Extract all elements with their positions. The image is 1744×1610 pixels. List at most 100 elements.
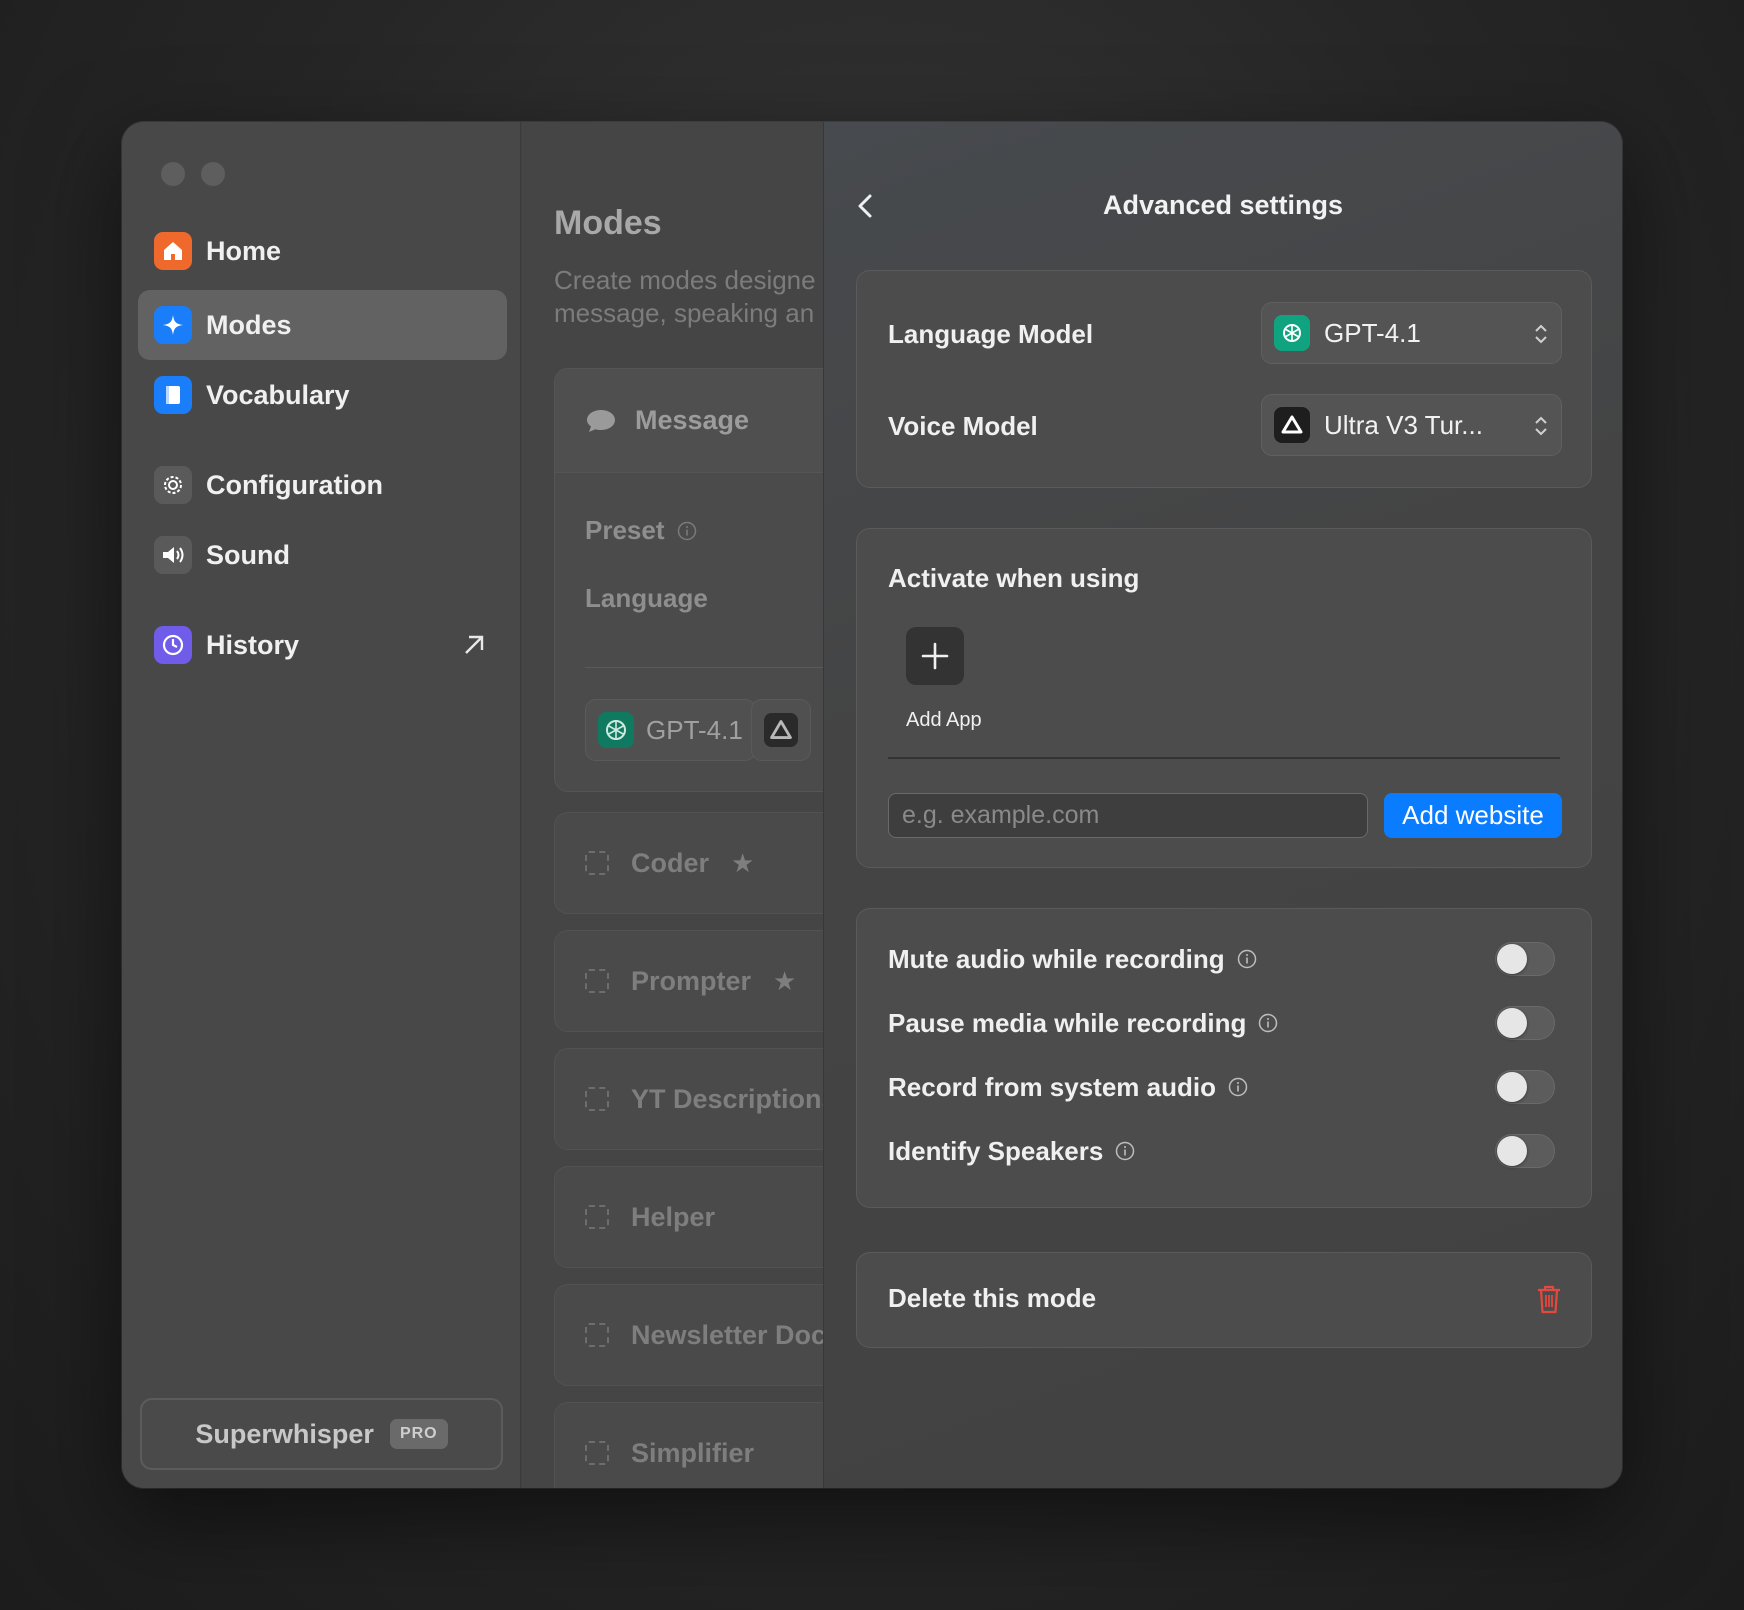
toggle-knob: [1497, 1072, 1527, 1102]
mode-card[interactable]: Coder ★: [554, 812, 823, 914]
history-icon: [154, 626, 192, 664]
mode-name: Coder: [631, 847, 710, 878]
sidebar-item-label: Sound: [206, 539, 290, 570]
star-icon: ★: [731, 847, 755, 878]
ultra-logo-icon: [764, 713, 798, 747]
trash-icon[interactable]: [1535, 1283, 1563, 1315]
activate-card: Activate when using Add App Add website: [856, 528, 1592, 868]
pro-badge: PRO: [389, 1419, 448, 1449]
sidebar-item-home[interactable]: Home: [138, 216, 507, 286]
sidebar-item-label: Home: [206, 235, 282, 266]
minimize-window-button[interactable]: [201, 162, 225, 186]
external-arrow-icon: [465, 635, 484, 654]
add-app-button[interactable]: [906, 627, 964, 685]
sidebar: Home Modes Vocabulary Configuration Soun: [122, 122, 521, 1488]
toggle-knob: [1497, 1008, 1527, 1038]
sidebar-item-modes[interactable]: Modes: [138, 290, 507, 360]
openai-logo-icon: [1274, 315, 1310, 351]
sidebar-item-label: Modes: [206, 309, 292, 340]
language-model-label: Language Model: [888, 319, 1094, 349]
sidebar-item-history[interactable]: History: [138, 610, 507, 680]
app-window: Home Modes Vocabulary Configuration Soun: [122, 122, 1622, 1488]
page-description: Create modes designe message, speaking a…: [554, 264, 816, 330]
toggle-label: Mute audio while recording: [888, 943, 1225, 974]
description-line: Create modes designe: [554, 265, 816, 295]
mode-card-title: Message: [635, 405, 750, 435]
pause-media-toggle[interactable]: [1495, 1006, 1555, 1040]
models-card: Language Model GPT-4.1 Voice Model Ultra…: [856, 270, 1592, 488]
sidebar-item-vocabulary[interactable]: Vocabulary: [138, 360, 507, 430]
toggle-knob: [1497, 944, 1527, 974]
chevron-updown-icon: [1535, 416, 1547, 436]
info-icon[interactable]: [1258, 1013, 1278, 1033]
openai-logo-icon: [598, 712, 634, 748]
divider: [888, 757, 1560, 759]
language-model-value: GPT-4.1: [1324, 317, 1421, 348]
window-controls: [161, 162, 225, 186]
identify-speakers-toggle[interactable]: [1495, 1134, 1555, 1168]
modes-list-pane: Modes Create modes designe message, spea…: [522, 122, 823, 1488]
sidebar-item-label: History: [206, 629, 300, 660]
toggle-row-pause-media: Pause media while recording: [888, 1003, 1555, 1043]
language-model-select[interactable]: GPT-4.1: [1261, 302, 1562, 364]
mute-audio-toggle[interactable]: [1495, 942, 1555, 976]
mode-card[interactable]: YT Descriptions: [554, 1048, 823, 1150]
activate-title: Activate when using: [888, 563, 1140, 593]
sidebar-item-label: Vocabulary: [206, 379, 350, 410]
mode-name: Helper: [631, 1201, 716, 1232]
info-icon[interactable]: [1115, 1141, 1135, 1161]
mode-icon-placeholder: [585, 969, 609, 993]
toggle-label: Record from system audio: [888, 1071, 1216, 1102]
mode-card[interactable]: Simplifier: [554, 1402, 823, 1488]
speaker-icon: [154, 536, 192, 574]
subscription-box[interactable]: Superwhisper PRO: [140, 1398, 503, 1470]
house-icon: [154, 232, 192, 270]
preset-label: Preset: [585, 515, 665, 545]
model-chip-gpt: GPT-4.1: [585, 699, 756, 761]
language-row: Language: [585, 583, 708, 614]
model-chip-voice: [751, 699, 811, 761]
gear-icon: [154, 466, 192, 504]
mode-card[interactable]: Prompter ★: [554, 930, 823, 1032]
toggle-row-mute-audio: Mute audio while recording: [888, 939, 1555, 979]
mode-card[interactable]: Newsletter Doc: [554, 1284, 823, 1386]
sidebar-item-sound[interactable]: Sound: [138, 520, 507, 590]
divider: [585, 667, 823, 668]
toggle-knob: [1497, 1136, 1527, 1166]
toggle-row-identify-speakers: Identify Speakers: [888, 1131, 1555, 1171]
info-icon[interactable]: [1228, 1077, 1248, 1097]
info-icon[interactable]: [1237, 949, 1257, 969]
sidebar-item-configuration[interactable]: Configuration: [138, 450, 507, 520]
mode-icon-placeholder: [585, 1323, 609, 1347]
mode-icon-placeholder: [585, 1205, 609, 1229]
close-window-button[interactable]: [161, 162, 185, 186]
delete-mode-card[interactable]: Delete this mode: [856, 1252, 1592, 1348]
panel-title: Advanced settings: [1102, 190, 1344, 220]
mode-card[interactable]: Helper: [554, 1166, 823, 1268]
recording-options-card: Mute audio while recording Pause media w…: [856, 908, 1592, 1208]
mode-name: YT Descriptions: [631, 1083, 823, 1114]
mode-icon-placeholder: [585, 851, 609, 875]
voice-model-value: Ultra V3 Tur...: [1324, 409, 1483, 440]
chevron-updown-icon: [1535, 324, 1547, 344]
sparkle-icon: [154, 306, 192, 344]
app-name: Superwhisper: [195, 1418, 374, 1449]
mode-card-header: Message: [555, 369, 823, 473]
description-line: message, speaking an: [554, 298, 815, 328]
toggle-label: Identify Speakers: [888, 1135, 1104, 1166]
add-website-button[interactable]: Add website: [1384, 793, 1562, 838]
model-chip-label: GPT-4.1: [646, 714, 743, 745]
ultra-logo-icon: [1274, 407, 1310, 443]
system-audio-toggle[interactable]: [1495, 1070, 1555, 1104]
toggle-row-system-audio: Record from system audio: [888, 1067, 1555, 1107]
mode-name: Simplifier: [631, 1437, 755, 1468]
mode-card-message[interactable]: Message Preset Language GPT-4.1: [554, 368, 823, 792]
speech-bubble-icon: [587, 409, 615, 432]
voice-model-select[interactable]: Ultra V3 Tur...: [1261, 394, 1562, 456]
plus-icon: [921, 642, 949, 670]
website-input[interactable]: [888, 793, 1368, 838]
star-icon: ★: [773, 965, 797, 996]
mode-icon-placeholder: [585, 1441, 609, 1465]
language-label: Language: [585, 583, 708, 613]
delete-mode-label: Delete this mode: [888, 1283, 1097, 1313]
